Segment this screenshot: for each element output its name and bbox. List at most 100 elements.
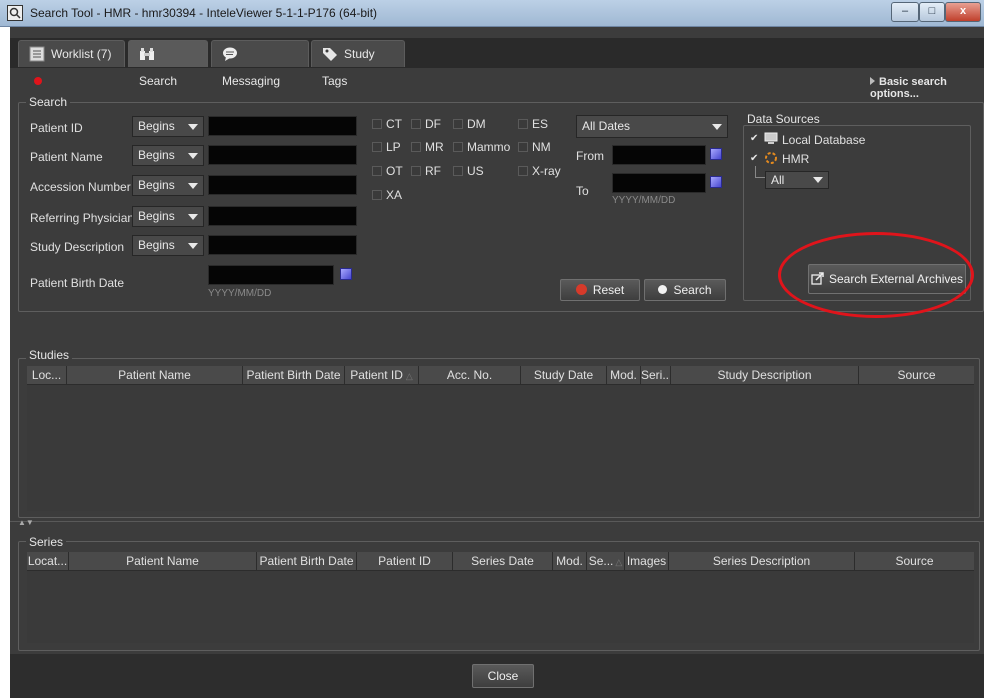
search-tool-icon: [7, 5, 23, 21]
patient-id-input[interactable]: [208, 116, 357, 136]
reset-button-label: Reset: [592, 283, 625, 297]
to-label: To: [576, 184, 589, 198]
series-col-source[interactable]: Source: [855, 552, 974, 570]
calendar-icon[interactable]: [340, 268, 352, 280]
calendar-icon[interactable]: [710, 148, 722, 160]
patient-id-mode-select[interactable]: Begins: [132, 116, 204, 137]
modality-mr-checkbox[interactable]: [411, 142, 421, 152]
hmr-checkbox[interactable]: ✔: [750, 154, 760, 164]
referring-physician-mode-select[interactable]: Begins: [132, 206, 204, 227]
date-range-select[interactable]: All Dates: [576, 115, 728, 138]
modality-xray-label: X-ray: [532, 164, 561, 178]
studies-col-study-date[interactable]: Study Date: [521, 366, 607, 384]
series-table-body[interactable]: [27, 571, 974, 643]
sort-icon: △: [615, 557, 623, 567]
tab-worklist[interactable]: Worklist (7): [18, 40, 125, 85]
studies-col-modality[interactable]: Mod.: [607, 366, 641, 384]
to-date-input[interactable]: [612, 173, 706, 193]
modality-ct-checkbox[interactable]: [372, 119, 382, 129]
data-sources-label: Data Sources: [744, 112, 823, 126]
basic-search-options-link[interactable]: Basic search options...: [870, 76, 984, 100]
tab-study-tags[interactable]: Study Tags: [311, 40, 405, 88]
modality-ot-checkbox[interactable]: [372, 166, 382, 176]
series-col-series-number[interactable]: Se... △: [587, 552, 625, 570]
hmr-filter-select[interactable]: All: [765, 171, 829, 189]
series-col-series-date[interactable]: Series Date: [453, 552, 553, 570]
patient-id-mode-value: Begins: [138, 119, 175, 133]
studies-table-body[interactable]: [27, 385, 974, 511]
reset-button[interactable]: Reset: [560, 279, 640, 301]
calendar-icon[interactable]: [710, 176, 722, 188]
highlight-annotation-circle: [778, 232, 974, 318]
referring-physician-label: Referring Physician: [30, 211, 135, 225]
local-database-checkbox[interactable]: ✔: [750, 134, 760, 144]
tab-messaging[interactable]: Messaging: [211, 40, 309, 88]
modality-us-checkbox[interactable]: [453, 166, 463, 176]
modality-lp-checkbox[interactable]: [372, 142, 382, 152]
window-title: Search Tool - HMR - hmr30394 - InteleVie…: [30, 6, 378, 20]
series-table-header: Locat... Patient Name Patient Birth Date…: [27, 552, 974, 571]
modality-ct-label: CT: [386, 117, 402, 131]
birth-date-input[interactable]: [208, 265, 334, 285]
split-pane-divider[interactable]: [10, 521, 984, 522]
basic-search-options-label: Basic search options...: [870, 76, 947, 100]
tab-messaging-label: Messaging: [222, 74, 281, 88]
hmr-filter-value: All: [771, 173, 785, 187]
modality-rf-checkbox[interactable]: [411, 166, 421, 176]
from-label: From: [576, 149, 604, 163]
accession-number-mode-select[interactable]: Begins: [132, 175, 204, 196]
patient-name-input[interactable]: [208, 145, 357, 165]
modality-xa-checkbox[interactable]: [372, 190, 382, 200]
study-description-mode-select[interactable]: Begins: [132, 235, 204, 256]
studies-col-description[interactable]: Study Description: [671, 366, 859, 384]
series-col-location[interactable]: Locat...: [27, 552, 69, 570]
sort-icon: △: [405, 371, 413, 381]
studies-col-source[interactable]: Source: [859, 366, 974, 384]
chevron-down-icon: [188, 124, 198, 130]
modality-es-checkbox[interactable]: [518, 119, 528, 129]
patient-name-mode-value: Begins: [138, 148, 175, 162]
search-button[interactable]: Search: [644, 279, 726, 301]
local-database-label: Local Database: [782, 133, 866, 147]
minimize-button[interactable]: –: [891, 2, 919, 22]
modality-dm-checkbox[interactable]: [453, 119, 463, 129]
series-col-images[interactable]: Images: [625, 552, 669, 570]
studies-col-acc-no[interactable]: Acc. No.: [419, 366, 521, 384]
modality-mammo-checkbox[interactable]: [453, 142, 463, 152]
studies-col-location[interactable]: Loc...: [27, 366, 67, 384]
modality-nm-checkbox[interactable]: [518, 142, 528, 152]
referring-physician-input[interactable]: [208, 206, 357, 226]
search-dot-icon: [658, 285, 668, 294]
chevron-down-icon: [813, 177, 823, 183]
modality-df-checkbox[interactable]: [411, 119, 421, 129]
modality-ot-label: OT: [386, 164, 403, 178]
series-col-modality[interactable]: Mod.: [553, 552, 587, 570]
accession-number-input[interactable]: [208, 175, 357, 195]
close-button[interactable]: Close: [472, 664, 534, 688]
split-pane-arrows-icon[interactable]: ▲▼: [18, 518, 38, 527]
application-window: Search Tool - HMR - hmr30394 - InteleVie…: [0, 0, 984, 698]
series-col-description[interactable]: Series Description: [669, 552, 855, 570]
chevron-down-icon: [188, 183, 198, 189]
studies-col-birth-date[interactable]: Patient Birth Date: [243, 366, 345, 384]
series-col-patient-id[interactable]: Patient ID: [357, 552, 453, 570]
study-description-label: Study Description: [30, 240, 125, 254]
maximize-button[interactable]: □: [919, 2, 945, 22]
modality-xa-label: XA: [386, 188, 403, 202]
tab-worklist-label: Worklist (7): [51, 47, 112, 61]
study-description-input[interactable]: [208, 235, 357, 255]
studies-col-series[interactable]: Seri...: [641, 366, 671, 384]
search-button-label: Search: [673, 283, 712, 297]
patient-name-label: Patient Name: [30, 150, 103, 164]
modality-xray-checkbox[interactable]: [518, 166, 528, 176]
studies-col-patient-name[interactable]: Patient Name: [67, 366, 243, 384]
tab-search[interactable]: Search: [128, 40, 208, 88]
series-col-patient-name[interactable]: Patient Name: [69, 552, 257, 570]
from-date-input[interactable]: [612, 145, 706, 165]
modality-dm-label: DM: [467, 117, 486, 131]
studies-col-patient-id[interactable]: Patient ID △: [345, 366, 419, 384]
series-col-birth-date[interactable]: Patient Birth Date: [257, 552, 357, 570]
close-window-button[interactable]: x: [945, 2, 981, 22]
patient-name-mode-select[interactable]: Begins: [132, 145, 204, 166]
modality-mr-label: MR: [425, 140, 444, 154]
